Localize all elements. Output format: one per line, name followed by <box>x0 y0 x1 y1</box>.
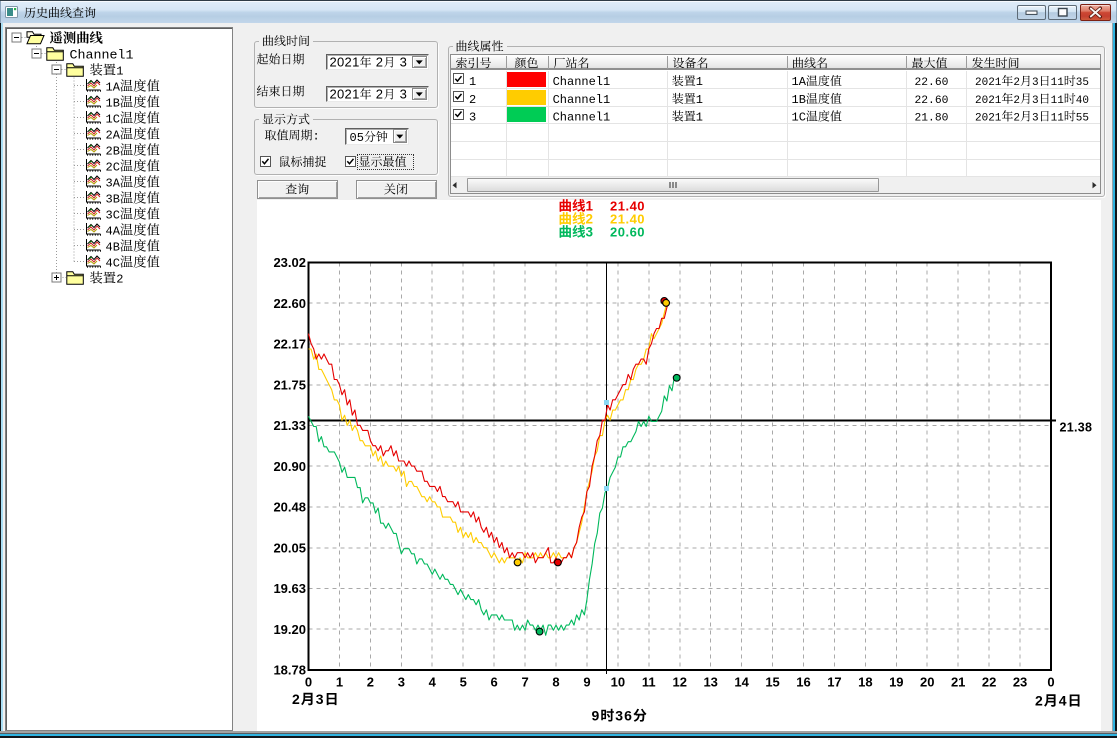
svg-text:3: 3 <box>1032 95 1039 107</box>
svg-text:2B: 2B <box>106 145 120 159</box>
svg-text:7: 7 <box>521 675 528 690</box>
svg-text:3B: 3B <box>106 193 120 207</box>
svg-text:2021: 2021 <box>975 113 1002 125</box>
svg-text:22.60: 22.60 <box>915 95 949 107</box>
svg-text:22.17: 22.17 <box>273 337 306 352</box>
svg-text:2: 2 <box>1013 95 1020 107</box>
svg-text:2021: 2021 <box>975 95 1002 107</box>
svg-text:2: 2 <box>292 691 301 707</box>
svg-text:19: 19 <box>889 675 903 690</box>
svg-text:22: 22 <box>982 675 996 690</box>
svg-text:55: 55 <box>1076 113 1089 125</box>
svg-text:3: 3 <box>469 111 476 125</box>
svg-text:22.60: 22.60 <box>273 296 306 311</box>
svg-text:2: 2 <box>372 87 383 102</box>
svg-text:2: 2 <box>372 55 383 70</box>
svg-text:9: 9 <box>583 675 590 690</box>
svg-text:4B: 4B <box>106 241 120 255</box>
svg-text:21.33: 21.33 <box>273 418 306 433</box>
svg-text:35: 35 <box>1076 77 1089 89</box>
svg-text:1: 1 <box>336 675 343 690</box>
svg-text:3: 3 <box>316 691 325 707</box>
svg-text:11: 11 <box>1051 77 1065 89</box>
svg-text:0: 0 <box>305 675 312 690</box>
svg-text:16: 16 <box>796 675 810 690</box>
svg-text:20: 20 <box>920 675 934 690</box>
svg-text:9: 9 <box>592 708 601 724</box>
svg-text:14: 14 <box>734 675 749 690</box>
svg-text:2: 2 <box>469 93 476 107</box>
svg-text:3C: 3C <box>106 209 120 223</box>
svg-text:Channel1: Channel1 <box>553 75 611 89</box>
svg-text:4: 4 <box>1059 693 1068 709</box>
svg-text:20.48: 20.48 <box>273 500 306 515</box>
svg-text:2021: 2021 <box>330 55 360 70</box>
svg-text::: : <box>313 130 320 144</box>
svg-text:11: 11 <box>1051 113 1065 125</box>
svg-text:4: 4 <box>429 675 437 690</box>
svg-text:11: 11 <box>642 675 656 690</box>
svg-text:21: 21 <box>951 675 965 690</box>
svg-text:3: 3 <box>396 55 407 70</box>
svg-text:20.05: 20.05 <box>273 540 306 555</box>
svg-text:23.02: 23.02 <box>273 255 306 270</box>
svg-text:4A: 4A <box>106 225 121 239</box>
svg-text:2: 2 <box>116 273 123 287</box>
svg-text:40: 40 <box>1076 95 1089 107</box>
svg-text:3: 3 <box>398 675 405 690</box>
svg-text:21.80: 21.80 <box>915 113 949 125</box>
svg-text:20.60: 20.60 <box>610 225 645 240</box>
svg-text:6: 6 <box>491 675 498 690</box>
svg-text:3A: 3A <box>106 177 121 191</box>
svg-text:2021: 2021 <box>330 87 360 102</box>
svg-text:12: 12 <box>673 675 687 690</box>
svg-text:3: 3 <box>586 225 594 240</box>
svg-text:23: 23 <box>1013 675 1027 690</box>
svg-text:0: 0 <box>1047 675 1054 690</box>
svg-text:1: 1 <box>696 111 703 125</box>
svg-text:13: 13 <box>703 675 717 690</box>
svg-text:10: 10 <box>611 675 625 690</box>
svg-text:1: 1 <box>469 75 476 89</box>
svg-text:2021: 2021 <box>975 77 1002 89</box>
svg-text:1C: 1C <box>792 111 806 125</box>
svg-text:21.38: 21.38 <box>1060 421 1093 435</box>
svg-text:Channel1: Channel1 <box>553 111 611 125</box>
svg-text:18.78: 18.78 <box>273 663 306 678</box>
svg-text:17: 17 <box>827 675 841 690</box>
svg-text:1B: 1B <box>106 97 120 111</box>
svg-text:21.75: 21.75 <box>273 377 306 392</box>
svg-text:3: 3 <box>396 87 407 102</box>
svg-text:18: 18 <box>858 675 872 690</box>
svg-text:1A: 1A <box>792 75 807 89</box>
svg-text:Channel1: Channel1 <box>553 93 611 107</box>
svg-text:1: 1 <box>696 75 703 89</box>
svg-text:8: 8 <box>552 675 559 690</box>
svg-text:Channel1: Channel1 <box>70 48 134 63</box>
svg-text:05: 05 <box>350 131 364 145</box>
svg-text:2: 2 <box>1013 77 1020 89</box>
svg-text:2A: 2A <box>106 129 121 143</box>
svg-text:1: 1 <box>696 93 703 107</box>
svg-text:3: 3 <box>1032 113 1039 125</box>
svg-text:20.90: 20.90 <box>273 459 306 474</box>
svg-text:19.63: 19.63 <box>273 581 306 596</box>
svg-text:36: 36 <box>615 708 633 724</box>
svg-text:1B: 1B <box>792 93 806 107</box>
svg-text:2: 2 <box>1013 113 1020 125</box>
svg-text:22.60: 22.60 <box>915 77 949 89</box>
svg-text:11: 11 <box>1051 95 1065 107</box>
svg-text:1A: 1A <box>106 81 121 95</box>
svg-text:1: 1 <box>116 65 123 79</box>
svg-text:15: 15 <box>765 675 779 690</box>
svg-text:2C: 2C <box>106 161 120 175</box>
svg-text:5: 5 <box>460 675 467 690</box>
svg-text:1C: 1C <box>106 113 120 127</box>
svg-text:3: 3 <box>1032 77 1039 89</box>
svg-text:2: 2 <box>1035 693 1044 709</box>
svg-text:2: 2 <box>367 675 374 690</box>
svg-text:19.20: 19.20 <box>273 622 306 637</box>
svg-text:4C: 4C <box>106 257 120 271</box>
